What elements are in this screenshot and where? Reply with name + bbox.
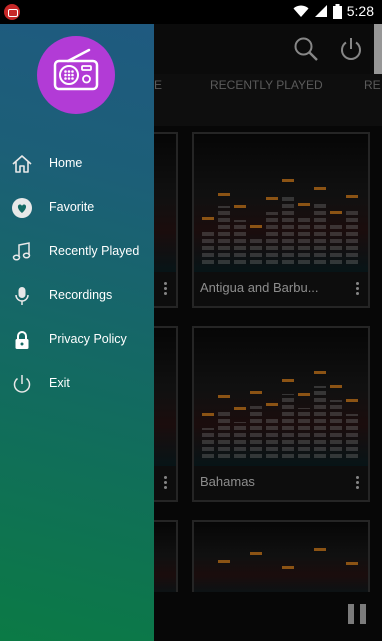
clock: 5:28: [346, 3, 374, 19]
drawer-item-label: Recordings: [49, 288, 113, 302]
drawer-item-privacy-policy[interactable]: Privacy Policy: [0, 318, 154, 362]
status-indicators: 5:28: [293, 3, 374, 19]
battery-icon: [332, 3, 342, 19]
drawer-item-label: Privacy Policy: [49, 332, 127, 346]
music-note-icon: [12, 242, 31, 261]
signal-icon: [314, 5, 327, 17]
status-bar: 5:28: [0, 0, 382, 24]
drawer-scrim[interactable]: [154, 24, 382, 641]
power-icon: [13, 375, 31, 393]
drawer-item-label: Recently Played: [49, 244, 140, 258]
home-icon: [12, 155, 32, 173]
radio-icon: [53, 48, 99, 91]
drawer-item-home[interactable]: Home: [0, 142, 154, 186]
drawer-item-recordings[interactable]: Recordings: [0, 274, 154, 318]
heart-icon: [12, 198, 32, 218]
notification-icon: [4, 4, 20, 20]
wifi-icon: [293, 5, 309, 17]
navigation-drawer: Home Favorite Recently Played Recordings…: [0, 24, 154, 641]
microphone-icon: [15, 287, 29, 305]
app-logo: [37, 36, 115, 114]
drawer-item-label: Home: [49, 156, 83, 170]
drawer-menu: Home Favorite Recently Played Recordings…: [0, 142, 154, 406]
drawer-item-label: Favorite: [49, 200, 95, 214]
drawer-item-favorite[interactable]: Favorite: [0, 186, 154, 230]
lock-icon: [15, 331, 29, 349]
drawer-item-recently-played[interactable]: Recently Played: [0, 230, 154, 274]
drawer-item-exit[interactable]: Exit: [0, 362, 154, 406]
drawer-item-label: Exit: [49, 376, 70, 390]
